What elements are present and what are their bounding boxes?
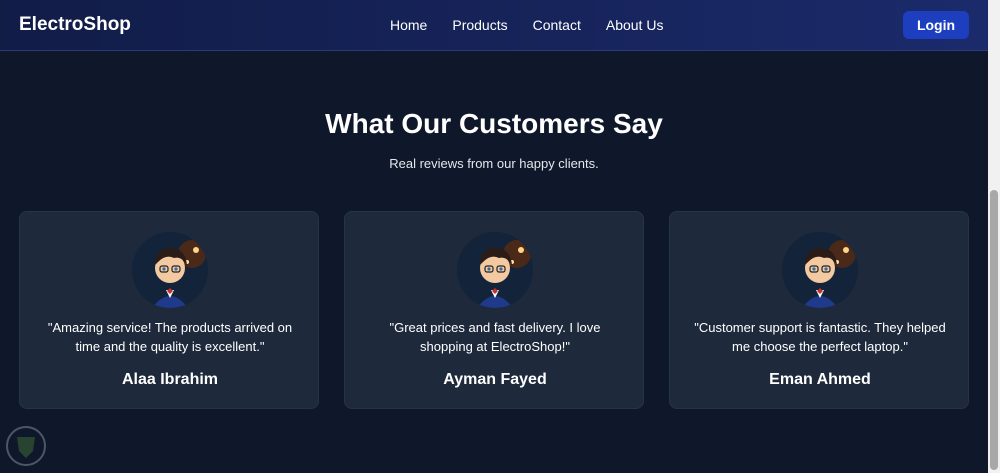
testimonial-quote: "Amazing service! The products arrived o…	[47, 320, 293, 354]
navbar: ElectroShop Home Products Contact About …	[0, 0, 988, 51]
anime-boy-avatar-icon	[457, 232, 533, 308]
avatar	[132, 232, 208, 308]
testimonial-quote: "Customer support is fantastic. They hel…	[694, 320, 946, 354]
section-title: What Our Customers Say	[325, 108, 663, 139]
nav-link-contact[interactable]: Contact	[533, 17, 581, 33]
avatar	[782, 232, 858, 308]
nav-link-about-us[interactable]: About Us	[606, 17, 664, 33]
customer-name: Ayman Fayed	[443, 371, 547, 388]
page: ElectroShop Home Products Contact About …	[0, 0, 988, 473]
avatar	[457, 232, 533, 308]
login-button[interactable]: Login	[903, 11, 969, 39]
nav-links: Home Products Contact About Us	[390, 17, 688, 33]
customer-name: Alaa Ibrahim	[121, 371, 219, 388]
testimonial-cards: "Amazing service! The products arrived o…	[19, 211, 969, 409]
section-subtitle: Real reviews from our happy clients.	[389, 156, 599, 171]
scrollbar-thumb[interactable]	[990, 190, 998, 470]
customer-name: Eman Ahmed	[769, 371, 871, 388]
nav-link-home[interactable]: Home	[390, 17, 427, 33]
anime-boy-avatar-icon	[132, 232, 208, 308]
testimonial-card: "Customer support is fantastic. They hel…	[669, 211, 969, 409]
testimonial-card: "Amazing service! The products arrived o…	[19, 211, 319, 409]
brand-logo[interactable]: ElectroShop	[19, 14, 131, 36]
nav-link-products[interactable]: Products	[452, 17, 507, 33]
anime-boy-avatar-icon	[782, 232, 858, 308]
testimonial-quote: "Great prices and fast delivery. I love …	[389, 320, 601, 354]
shield-logo-icon	[6, 426, 46, 466]
testimonial-card: "Great prices and fast delivery. I love …	[344, 211, 644, 409]
